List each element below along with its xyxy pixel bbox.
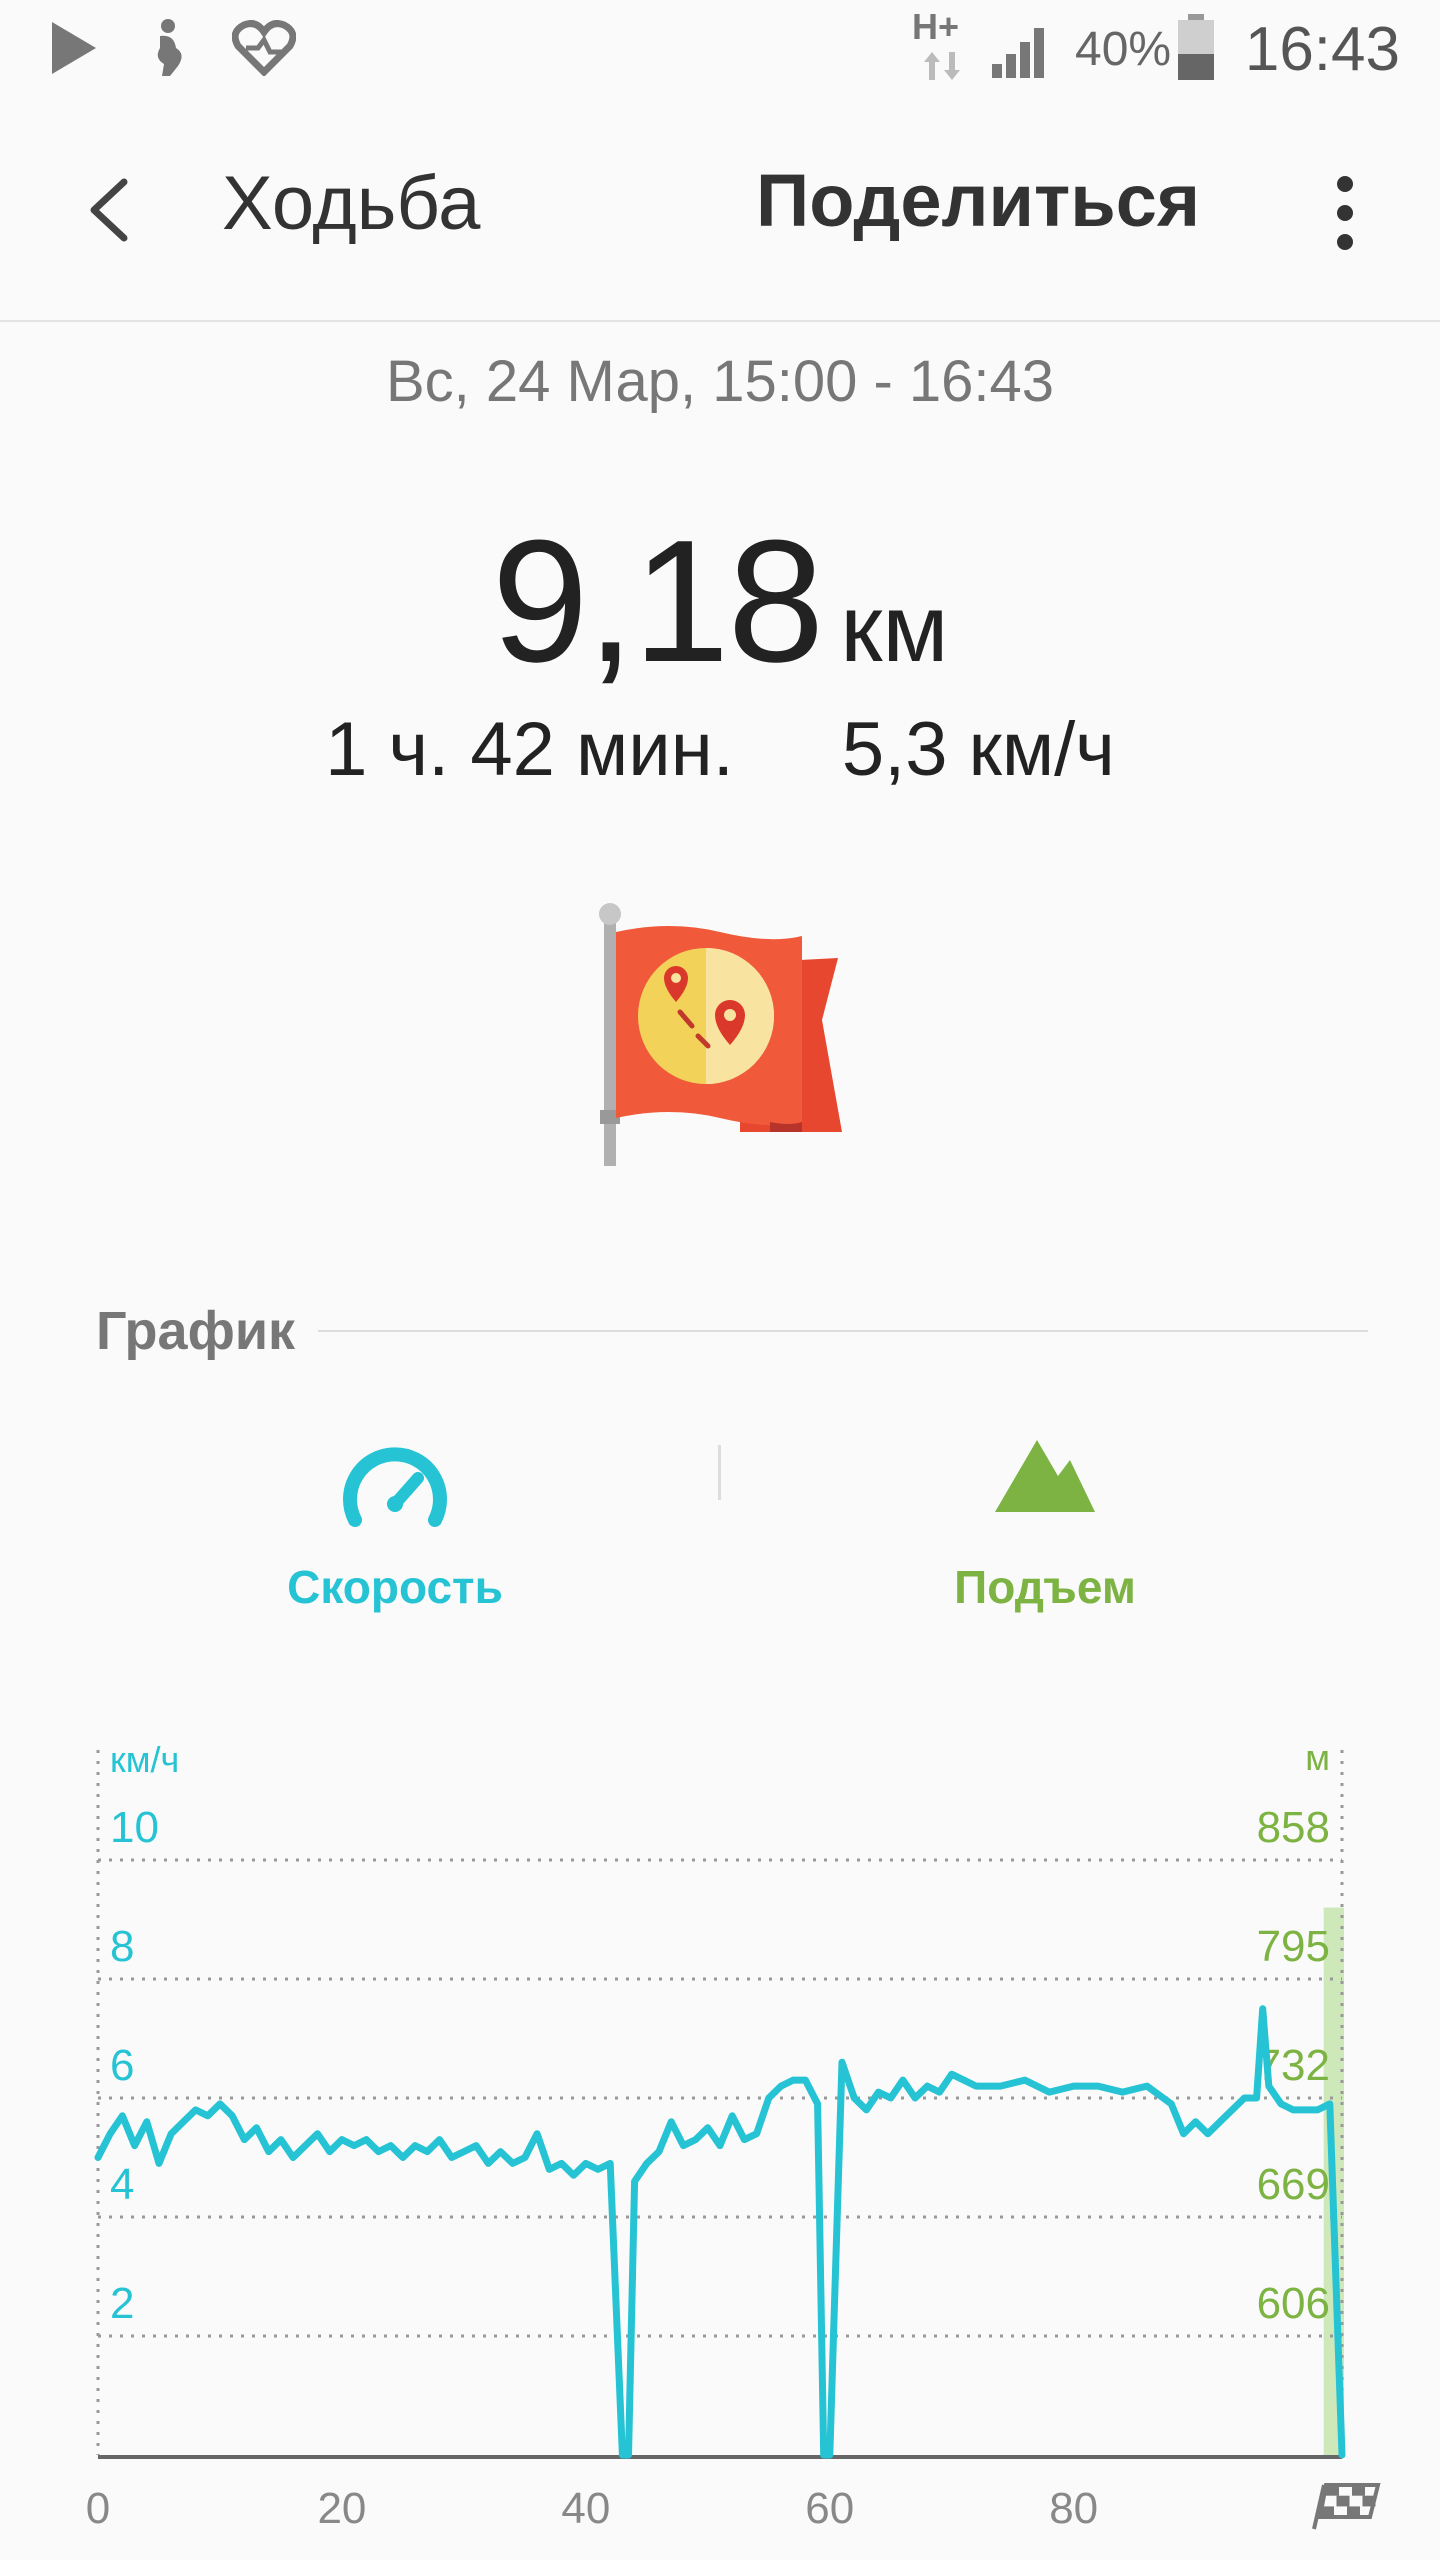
distance-value: 9,18 [491,503,825,698]
y-right-tick-label: 858 [1257,1803,1330,1852]
x-tick-label: 80 [1049,2484,1098,2533]
play-store-icon [52,22,96,74]
data-arrows-icon [924,52,960,80]
y-right-tick-label: 669 [1257,2160,1330,2209]
signal-icon [992,28,1044,78]
y-left-tick-label: 10 [110,1803,159,1852]
date-range: Вс, 24 Мар, 15:00 - 16:43 [385,349,1055,414]
battery-percent: 40% [1075,23,1172,76]
status-bar: H+ 40% 16:43 [0,0,1440,100]
back-button[interactable] [70,160,160,260]
page-title: Ходьба [222,161,481,246]
avg-speed-value: 5,3 км/ч [841,707,1115,792]
tab-elevation-label: Подъем [954,1561,1136,1613]
section-divider [318,1330,1368,1332]
y-right-tick-label: 795 [1257,1922,1330,1971]
status-time: 16:43 [1244,15,1400,84]
pregnancy-app-icon [157,19,182,76]
battery-icon [1178,14,1214,80]
share-button[interactable]: Поделиться [756,158,1200,243]
finish-flag-icon [1312,2483,1381,2530]
y-left-tick-label: 6 [110,2041,134,2090]
distance-unit: км [840,575,949,682]
speedometer-icon [343,1447,447,1527]
tab-speed-label: Скорость [287,1561,503,1613]
network-h-plus-icon: H+ [912,6,960,47]
x-tick-label: 20 [317,2484,366,2533]
tab-elevation[interactable]: Подъем [920,1420,1170,1620]
tab-speed[interactable]: Скорость [260,1420,530,1620]
mountain-icon [995,1440,1095,1512]
y-right-tick-label: 606 [1257,2279,1330,2328]
app-bar: Ходьба Поделиться [0,100,1440,322]
x-tick-label: 40 [561,2484,610,2533]
more-options-button[interactable] [1310,168,1380,258]
speed-series-line [94,2005,1346,2459]
y-left-tick-label: 8 [110,1922,134,1971]
y-left-unit-label: км/ч [110,1739,179,1780]
tab-divider [718,1445,721,1500]
more-vert-icon [1337,176,1353,250]
x-tick-label: 60 [805,2484,854,2533]
chevron-left-icon [90,178,128,242]
stats-row: 1 ч. 42 мин. 5,3 км/ч [0,706,1440,793]
distance-display: 9,18 км [0,500,1440,701]
duration-value: 1 ч. 42 мин. [325,707,734,792]
graph-section-title: График [96,1301,296,1361]
x-tick-label: 0 [86,2484,110,2533]
y-left-tick-label: 4 [110,2160,134,2209]
speed-chart: 10 858 8 795 6 732 4 669 2 606 км/ч м 0 20 40 60 80 [0,1720,1440,2560]
y-left-tick-label: 2 [110,2279,134,2328]
y-right-unit-label: м [1305,1737,1330,1778]
route-flag-icon [599,903,842,1166]
health-heart-icon [232,20,296,76]
chart-svg: 10 8588 7956 7324 6692 606км/ч м0 20 40 60 80 [86,1737,1381,2533]
